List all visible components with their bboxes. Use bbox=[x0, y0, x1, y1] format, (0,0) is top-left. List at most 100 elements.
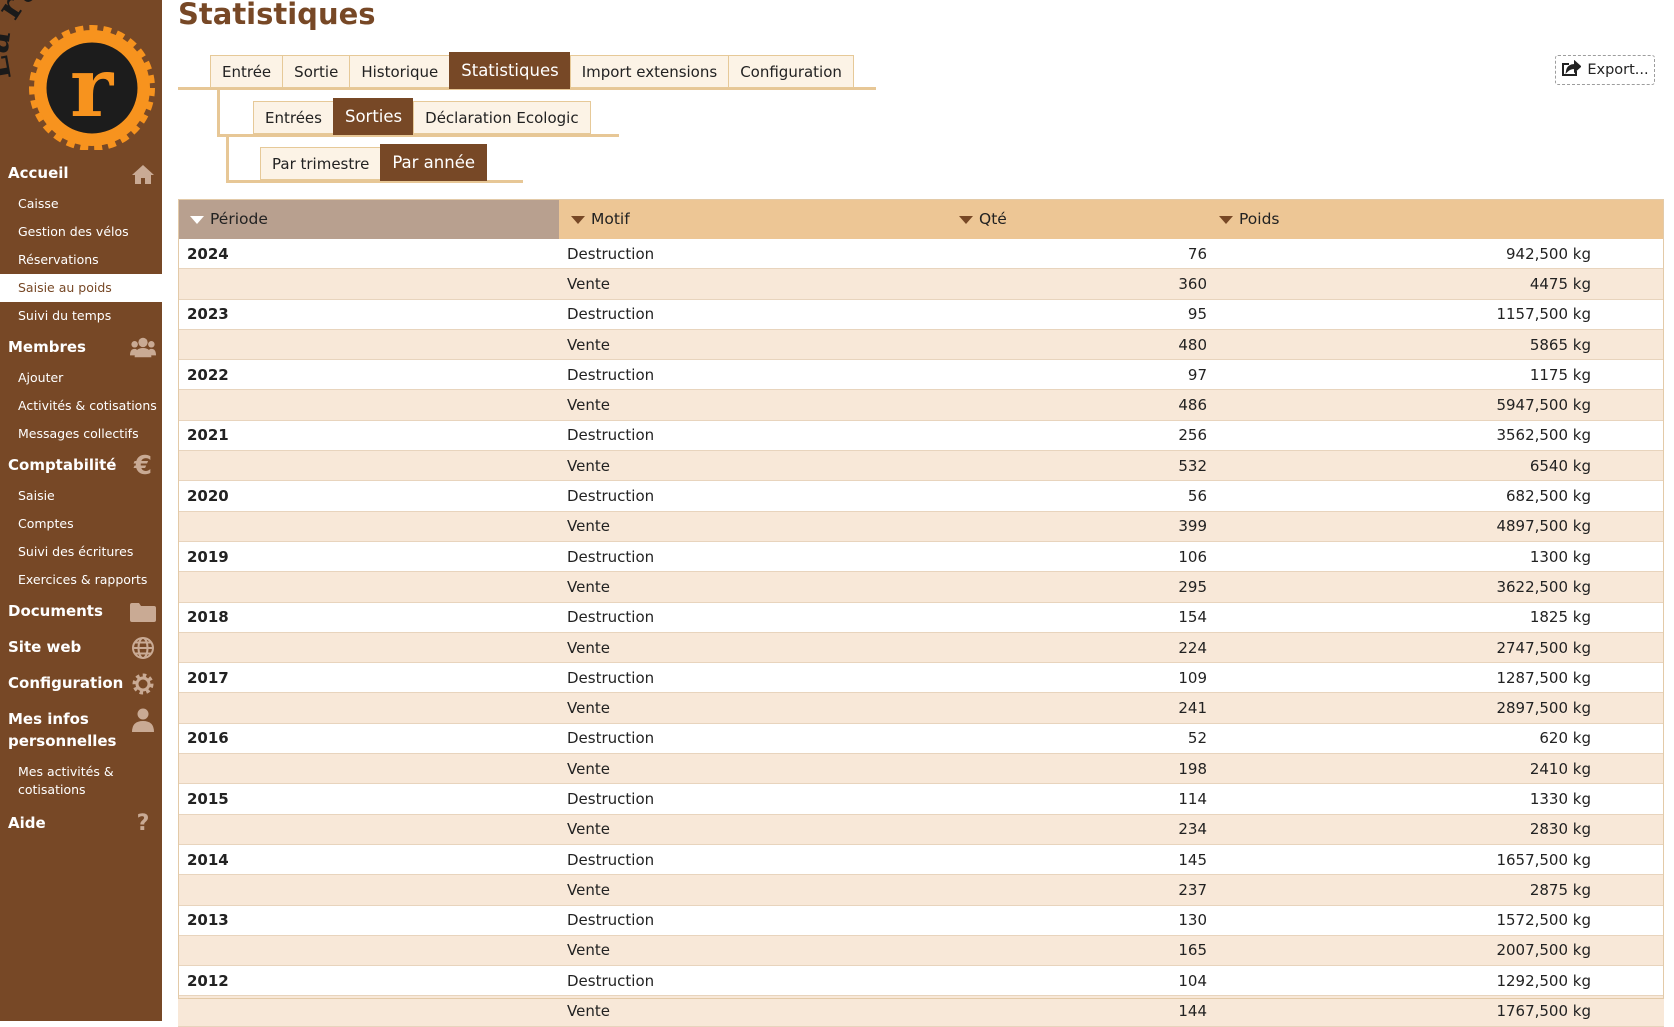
tab-connector bbox=[226, 136, 229, 183]
nav-section-aide[interactable]: Aide ? bbox=[0, 806, 162, 840]
cell-qte: 480 bbox=[947, 329, 1207, 361]
sidebar-item-mes-activites[interactable]: Mes activités & cotisations bbox=[0, 758, 162, 806]
users-icon bbox=[130, 336, 156, 360]
sidebar-item-suivi-ecritures[interactable]: Suivi des écritures bbox=[0, 538, 162, 566]
cell-qte: 144 bbox=[947, 995, 1207, 1027]
nav-section-comptabilite[interactable]: Comptabilité € bbox=[0, 448, 162, 482]
cell-poids: 620 kg bbox=[1207, 723, 1664, 755]
table-header-row: Période Motif Qté Poids bbox=[178, 199, 1664, 239]
cell-motif: Destruction bbox=[559, 662, 947, 694]
sidebar-item-ajouter[interactable]: Ajouter bbox=[0, 364, 162, 392]
tab-configuration[interactable]: Configuration bbox=[728, 55, 854, 88]
cell-motif: Destruction bbox=[559, 480, 947, 512]
column-header-qte[interactable]: Qté bbox=[947, 199, 1207, 239]
cell-qte: 486 bbox=[947, 389, 1207, 421]
table-row: 2017 Destruction 109 1287,500 kg bbox=[178, 662, 1664, 694]
tab-par-trimestre[interactable]: Par trimestre bbox=[260, 147, 381, 180]
cell-motif: Destruction bbox=[559, 965, 947, 997]
table-row: Vente 237 2875 kg bbox=[178, 874, 1664, 906]
cell-qte: 76 bbox=[947, 239, 1207, 270]
sidebar-item-comptes[interactable]: Comptes bbox=[0, 510, 162, 538]
cell-periode: 2022 bbox=[178, 359, 559, 391]
nav-section-site-web[interactable]: Site web bbox=[0, 630, 162, 664]
cell-periode: 2018 bbox=[178, 602, 559, 633]
stats-table: Période Motif Qté Poids 2024 Destruction 7… bbox=[178, 199, 1664, 1027]
export-button[interactable]: Export... bbox=[1555, 55, 1655, 85]
nav-section-label: Mes infos personnelles bbox=[8, 710, 117, 750]
tab-import-extensions[interactable]: Import extensions bbox=[569, 55, 729, 88]
cell-periode: 2012 bbox=[178, 965, 559, 997]
sidebar-item-suivi-temps[interactable]: Suivi du temps bbox=[0, 302, 162, 330]
sidebar-item-messages-collectifs[interactable]: Messages collectifs bbox=[0, 420, 162, 448]
cell-qte: 198 bbox=[947, 753, 1207, 785]
nav-section-documents[interactable]: Documents bbox=[0, 594, 162, 628]
sort-arrow-icon bbox=[1219, 215, 1233, 224]
export-label: Export... bbox=[1587, 62, 1649, 78]
cell-poids: 1330 kg bbox=[1207, 783, 1664, 815]
sidebar-item-activites-cotisations[interactable]: Activités & cotisations bbox=[0, 392, 162, 420]
table-row: Vente 399 4897,500 kg bbox=[178, 511, 1664, 542]
cell-qte: 532 bbox=[947, 450, 1207, 482]
tab-sorties[interactable]: Sorties bbox=[332, 98, 414, 135]
sidebar-item-saisie-poids[interactable]: Saisie au poids bbox=[0, 274, 162, 302]
user-icon bbox=[130, 708, 156, 732]
table-row: 2021 Destruction 256 3562,500 kg bbox=[178, 420, 1664, 452]
tab-sortie[interactable]: Sortie bbox=[282, 55, 350, 88]
tab-par-annee[interactable]: Par année bbox=[380, 144, 488, 181]
cell-poids: 4475 kg bbox=[1207, 268, 1664, 300]
cell-periode bbox=[178, 753, 559, 785]
sidebar-item-exercices-rapports[interactable]: Exercices & rapports bbox=[0, 566, 162, 594]
sidebar-item-gestion-velos[interactable]: Gestion des vélos bbox=[0, 218, 162, 246]
tab-historique[interactable]: Historique bbox=[349, 55, 450, 88]
table-row: Vente 165 2007,500 kg bbox=[178, 935, 1664, 967]
cell-periode: 2017 bbox=[178, 662, 559, 694]
tab-statistiques[interactable]: Statistiques bbox=[449, 52, 570, 89]
column-header-poids[interactable]: Poids bbox=[1207, 199, 1664, 239]
nav-section-mes-infos[interactable]: Mes infos personnelles bbox=[0, 702, 162, 758]
cell-poids: 1825 kg bbox=[1207, 602, 1664, 633]
tab-entrees[interactable]: Entrées bbox=[253, 101, 333, 134]
nav-section-label: Accueil bbox=[8, 164, 69, 182]
sidebar-item-reservations[interactable]: Réservations bbox=[0, 246, 162, 274]
table-row: Vente 224 2747,500 kg bbox=[178, 632, 1664, 664]
sort-arrow-icon bbox=[190, 215, 204, 224]
cell-motif: Vente bbox=[559, 329, 947, 361]
tabs-period: Par trimestre Par année bbox=[260, 144, 488, 181]
table-row: Vente 234 2830 kg bbox=[178, 814, 1664, 845]
page-title: Statistiques bbox=[178, 0, 376, 31]
table-row: Vente 198 2410 kg bbox=[178, 753, 1664, 785]
cell-poids: 1657,500 kg bbox=[1207, 844, 1664, 876]
cell-poids: 1287,500 kg bbox=[1207, 662, 1664, 694]
cell-periode: 2021 bbox=[178, 420, 559, 452]
cell-motif: Destruction bbox=[559, 905, 947, 936]
cell-periode bbox=[178, 995, 559, 1027]
nav-section-accueil[interactable]: Accueil bbox=[0, 156, 162, 190]
nav-section-configuration[interactable]: Configuration bbox=[0, 666, 162, 700]
nav-section-membres[interactable]: Membres bbox=[0, 330, 162, 364]
cell-periode bbox=[178, 268, 559, 300]
cell-motif: Destruction bbox=[559, 723, 947, 755]
sort-arrow-icon bbox=[959, 215, 973, 224]
euro-icon: € bbox=[133, 451, 153, 481]
cell-poids: 2747,500 kg bbox=[1207, 632, 1664, 664]
column-header-motif[interactable]: Motif bbox=[559, 199, 947, 239]
cell-periode bbox=[178, 389, 559, 421]
sidebar-item-caisse[interactable]: Caisse bbox=[0, 190, 162, 218]
cell-periode: 2020 bbox=[178, 480, 559, 512]
cell-motif: Vente bbox=[559, 935, 947, 967]
cell-poids: 4897,500 kg bbox=[1207, 511, 1664, 542]
cell-poids: 1572,500 kg bbox=[1207, 905, 1664, 936]
nav-section-label: Site web bbox=[8, 638, 82, 656]
cell-poids: 2410 kg bbox=[1207, 753, 1664, 785]
cell-poids: 1292,500 kg bbox=[1207, 965, 1664, 997]
tab-connector bbox=[217, 89, 220, 137]
cell-qte: 241 bbox=[947, 692, 1207, 724]
tab-declaration-ecologic[interactable]: Déclaration Ecologic bbox=[413, 101, 591, 134]
sidebar-item-saisie[interactable]: Saisie bbox=[0, 482, 162, 510]
cell-qte: 224 bbox=[947, 632, 1207, 664]
cell-periode bbox=[178, 692, 559, 724]
column-header-periode[interactable]: Période bbox=[178, 199, 559, 239]
logo[interactable]: La rustine r bbox=[0, 0, 162, 151]
table-row: Vente 532 6540 kg bbox=[178, 450, 1664, 482]
tab-entree[interactable]: Entrée bbox=[210, 55, 283, 88]
